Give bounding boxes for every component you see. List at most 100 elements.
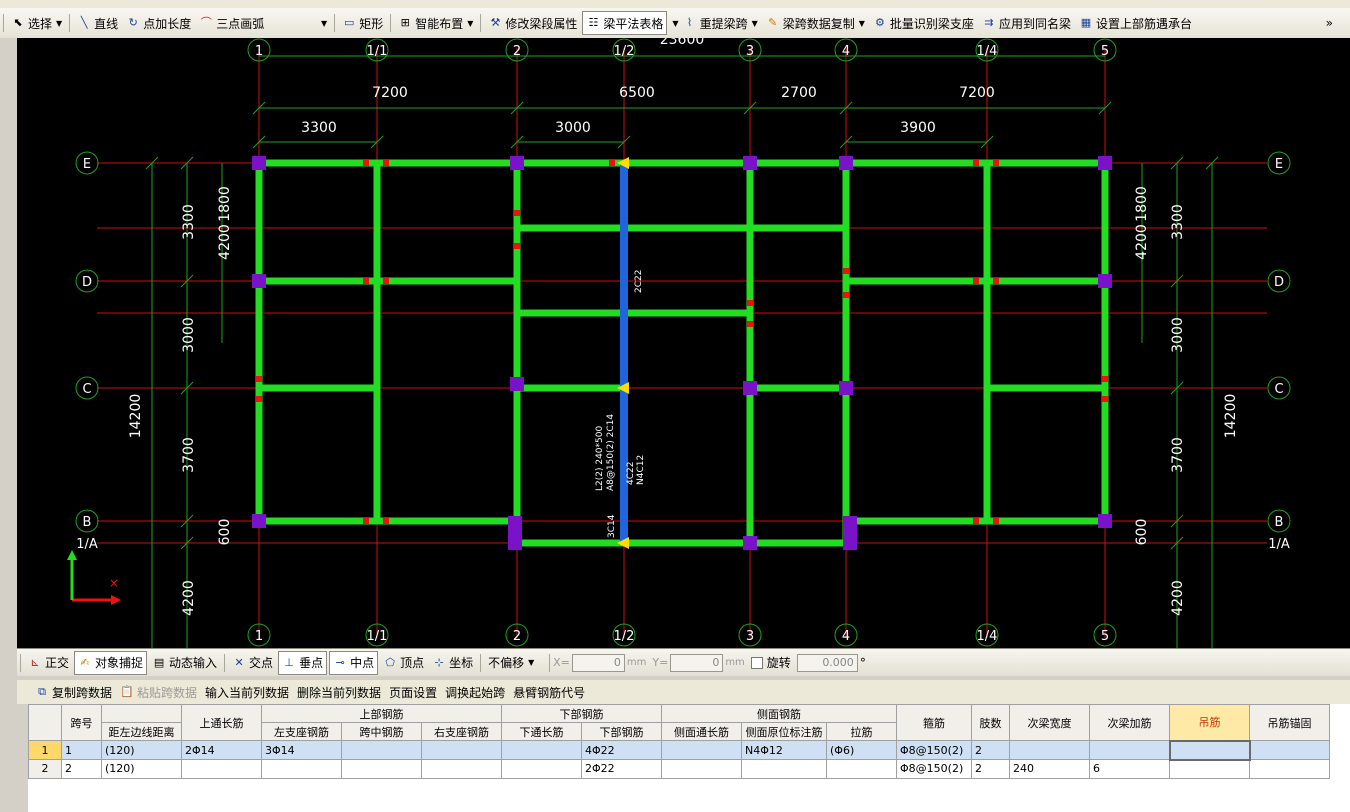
- col-header[interactable]: 次梁加筋: [1089, 704, 1170, 741]
- paste-span-data-button[interactable]: 📋 粘贴跨数据: [117, 681, 200, 703]
- select-tool-button[interactable]: ⬉ 选择 ▼: [8, 12, 65, 34]
- table-cell[interactable]: [261, 759, 342, 779]
- table-cell[interactable]: 4Φ22: [581, 740, 662, 760]
- beam-table-button[interactable]: ☷ 梁平法表格: [582, 11, 668, 35]
- row-number[interactable]: 2: [28, 759, 62, 779]
- dropdown-arrow-icon[interactable]: ▼: [467, 19, 473, 28]
- arc-tool-button[interactable]: ⌒ 三点画弧 ▼: [196, 12, 330, 34]
- col-header[interactable]: 箍筋: [896, 704, 972, 741]
- col-subheader[interactable]: 拉筋: [826, 722, 897, 741]
- col-header[interactable]: 肢数: [971, 704, 1010, 741]
- table-cell[interactable]: [341, 740, 422, 760]
- col-subheader[interactable]: 侧面通长筋: [661, 722, 742, 741]
- x-offset-input[interactable]: 0: [571, 653, 625, 672]
- table-cell[interactable]: [826, 759, 897, 779]
- table-cell[interactable]: [421, 759, 502, 779]
- col-header[interactable]: 次梁宽度: [1009, 704, 1090, 741]
- table-cell[interactable]: 2: [971, 740, 1010, 760]
- line-tool-button[interactable]: ╲ 直线: [74, 12, 121, 34]
- rectangle-tool-button[interactable]: ▭ 矩形: [339, 12, 386, 34]
- table-cell[interactable]: [421, 740, 502, 760]
- table-cell[interactable]: [1009, 740, 1090, 760]
- table-cell[interactable]: [501, 740, 582, 760]
- table-cell[interactable]: [661, 759, 742, 779]
- axis-label-right: E: [1275, 157, 1283, 172]
- table-cell[interactable]: [1249, 759, 1330, 779]
- dropdown-arrow-icon[interactable]: ▼: [859, 19, 865, 28]
- midpoint-snap-button[interactable]: ⊸ 中点: [329, 650, 379, 675]
- table-cell[interactable]: 2Φ14: [181, 740, 262, 760]
- col-subheader[interactable]: 左支座钢筋: [261, 722, 342, 741]
- table-cell[interactable]: 1: [61, 740, 102, 760]
- table-cell[interactable]: (Φ6): [826, 740, 897, 760]
- toolbar-overflow-button[interactable]: »: [1323, 12, 1336, 34]
- vertex-snap-button[interactable]: ⬠ 顶点: [380, 652, 427, 674]
- col-header[interactable]: 吊筋锚固: [1249, 704, 1330, 741]
- table-cell[interactable]: Φ8@150(2): [896, 759, 972, 779]
- ortho-button[interactable]: ⊾ 正交: [25, 652, 72, 674]
- smart-layout-button[interactable]: ⊞ 智能布置 ▼: [395, 12, 476, 34]
- table-cell[interactable]: (120): [101, 740, 182, 760]
- offset-mode-select[interactable]: 不偏移 ▼: [485, 652, 545, 674]
- svg-text:×: ×: [109, 576, 119, 590]
- col-header[interactable]: [101, 704, 182, 723]
- col-subheader[interactable]: 侧面原位标注筋: [741, 722, 827, 741]
- delete-column-data-button[interactable]: 删除当前列数据: [294, 681, 384, 703]
- table-cell[interactable]: [341, 759, 422, 779]
- input-column-data-button[interactable]: 输入当前列数据: [202, 681, 292, 703]
- table-cell[interactable]: [1249, 740, 1330, 760]
- intersection-snap-button[interactable]: ✕ 交点: [229, 652, 276, 674]
- dropdown-arrow-icon[interactable]: ▼: [672, 19, 678, 28]
- perpendicular-snap-button[interactable]: ⊥ 垂点: [278, 650, 328, 675]
- respan-button[interactable]: ⌇ 重提梁跨 ▼: [680, 12, 761, 34]
- table-cell[interactable]: 240: [1009, 759, 1090, 779]
- table-cell[interactable]: (120): [101, 759, 182, 779]
- col-subheader[interactable]: 距左边线距离: [101, 722, 182, 741]
- table-cell[interactable]: 6: [1089, 759, 1170, 779]
- table-cell[interactable]: [501, 759, 582, 779]
- col-header-selected[interactable]: 吊筋: [1169, 704, 1250, 741]
- table-cell[interactable]: [1089, 740, 1170, 760]
- col-subheader[interactable]: 下通长筋: [501, 722, 582, 741]
- page-setup-button[interactable]: 页面设置: [386, 681, 440, 703]
- set-rebar-cap-button[interactable]: ▦ 设置上部筋遇承台: [1076, 12, 1195, 34]
- rotate-angle-input[interactable]: 0.000: [796, 653, 858, 672]
- cad-canvas[interactable]: 1 1/1 2 1/2 3 4 1/4 5 1 1/1 2 1/2 3 4 1/…: [17, 38, 1350, 648]
- coordinate-snap-button[interactable]: ⊹ 坐标: [429, 652, 476, 674]
- table-cell[interactable]: 2Φ22: [581, 759, 662, 779]
- dropdown-arrow-icon[interactable]: ▼: [56, 19, 62, 28]
- table-cell[interactable]: N4Φ12: [741, 740, 827, 760]
- batch-support-button[interactable]: ⚙ 批量识别梁支座: [870, 12, 977, 34]
- modify-beam-property-button[interactable]: ⚒ 修改梁段属性: [485, 12, 580, 34]
- copy-span-data-button[interactable]: ⧉ 复制跨数据: [32, 681, 115, 703]
- point-length-tool-button[interactable]: ↻ 点加长度: [123, 12, 194, 34]
- table-row[interactable]: 2 2 (120) 2Φ22 Φ8@150(2) 2 240 6: [28, 759, 1330, 779]
- y-offset-input[interactable]: 0: [670, 653, 724, 672]
- dropdown-arrow-icon[interactable]: ▼: [752, 19, 758, 28]
- table-cell[interactable]: 3Φ14: [261, 740, 342, 760]
- dynamic-input-button[interactable]: ▤ 动态输入: [149, 652, 220, 674]
- col-header[interactable]: 上通长筋: [181, 704, 262, 741]
- table-row[interactable]: 1 1 (120) 2Φ14 3Φ14 4Φ22 N4Φ12 (Φ6) Φ8@1…: [28, 739, 1330, 761]
- active-cell[interactable]: [1168, 739, 1251, 761]
- table-cell[interactable]: [661, 740, 742, 760]
- table-cell[interactable]: 2: [61, 759, 102, 779]
- rotate-checkbox[interactable]: [750, 656, 763, 669]
- apply-same-beam-button[interactable]: ⇉ 应用到同名梁: [979, 12, 1074, 34]
- cantilever-code-button[interactable]: 悬臂钢筋代号: [510, 681, 588, 703]
- col-subheader[interactable]: 右支座钢筋: [421, 722, 502, 741]
- table-cell[interactable]: Φ8@150(2): [896, 740, 972, 760]
- table-cell[interactable]: [1169, 759, 1250, 779]
- object-snap-button[interactable]: ✍ 对象捕捉: [74, 650, 148, 675]
- col-subheader[interactable]: 下部钢筋: [581, 722, 662, 741]
- dropdown-arrow-icon[interactable]: ▼: [528, 658, 534, 667]
- table-cell[interactable]: [181, 759, 262, 779]
- table-cell[interactable]: [741, 759, 827, 779]
- copy-span-data-button[interactable]: ✎ 梁跨数据复制 ▼: [763, 12, 868, 34]
- col-subheader[interactable]: 跨中钢筋: [341, 722, 422, 741]
- table-cell[interactable]: 2: [971, 759, 1010, 779]
- col-header[interactable]: 跨号: [61, 704, 102, 741]
- swap-start-span-button[interactable]: 调换起始跨: [442, 681, 508, 703]
- row-number[interactable]: 1: [28, 740, 62, 760]
- dropdown-arrow-icon[interactable]: ▼: [321, 19, 327, 28]
